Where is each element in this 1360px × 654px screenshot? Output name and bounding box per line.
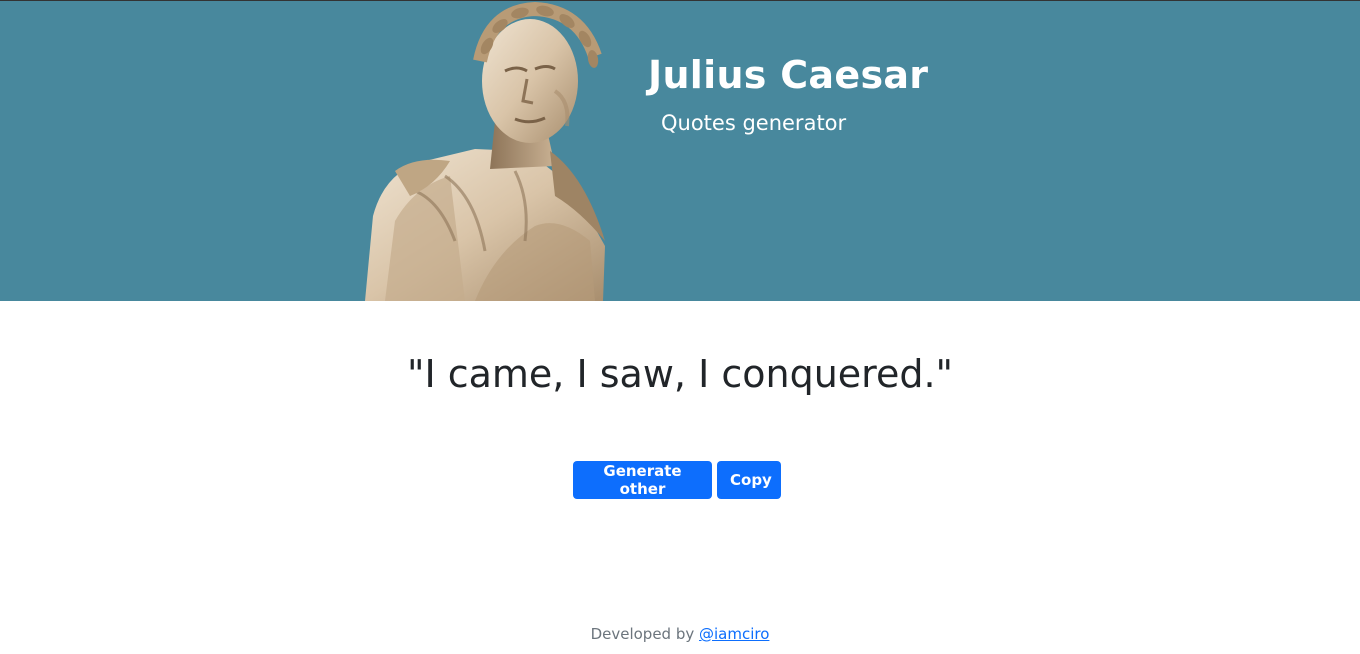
- hero-header: Julius Caesar Quotes generator: [0, 1, 1360, 301]
- page-title: Julius Caesar: [648, 53, 929, 97]
- page-subtitle: Quotes generator: [661, 111, 847, 135]
- author-link[interactable]: @iamciro: [699, 625, 769, 643]
- quote-text: "I came, I saw, I conquered.": [406, 352, 954, 396]
- copy-button[interactable]: Copy: [717, 461, 781, 499]
- action-buttons: Generate other Copy: [573, 461, 781, 499]
- footer: Developed by @iamciro: [0, 625, 1360, 643]
- julius-caesar-statue-image: [365, 1, 605, 301]
- footer-prefix: Developed by: [590, 625, 695, 643]
- generate-other-button[interactable]: Generate other: [573, 461, 712, 499]
